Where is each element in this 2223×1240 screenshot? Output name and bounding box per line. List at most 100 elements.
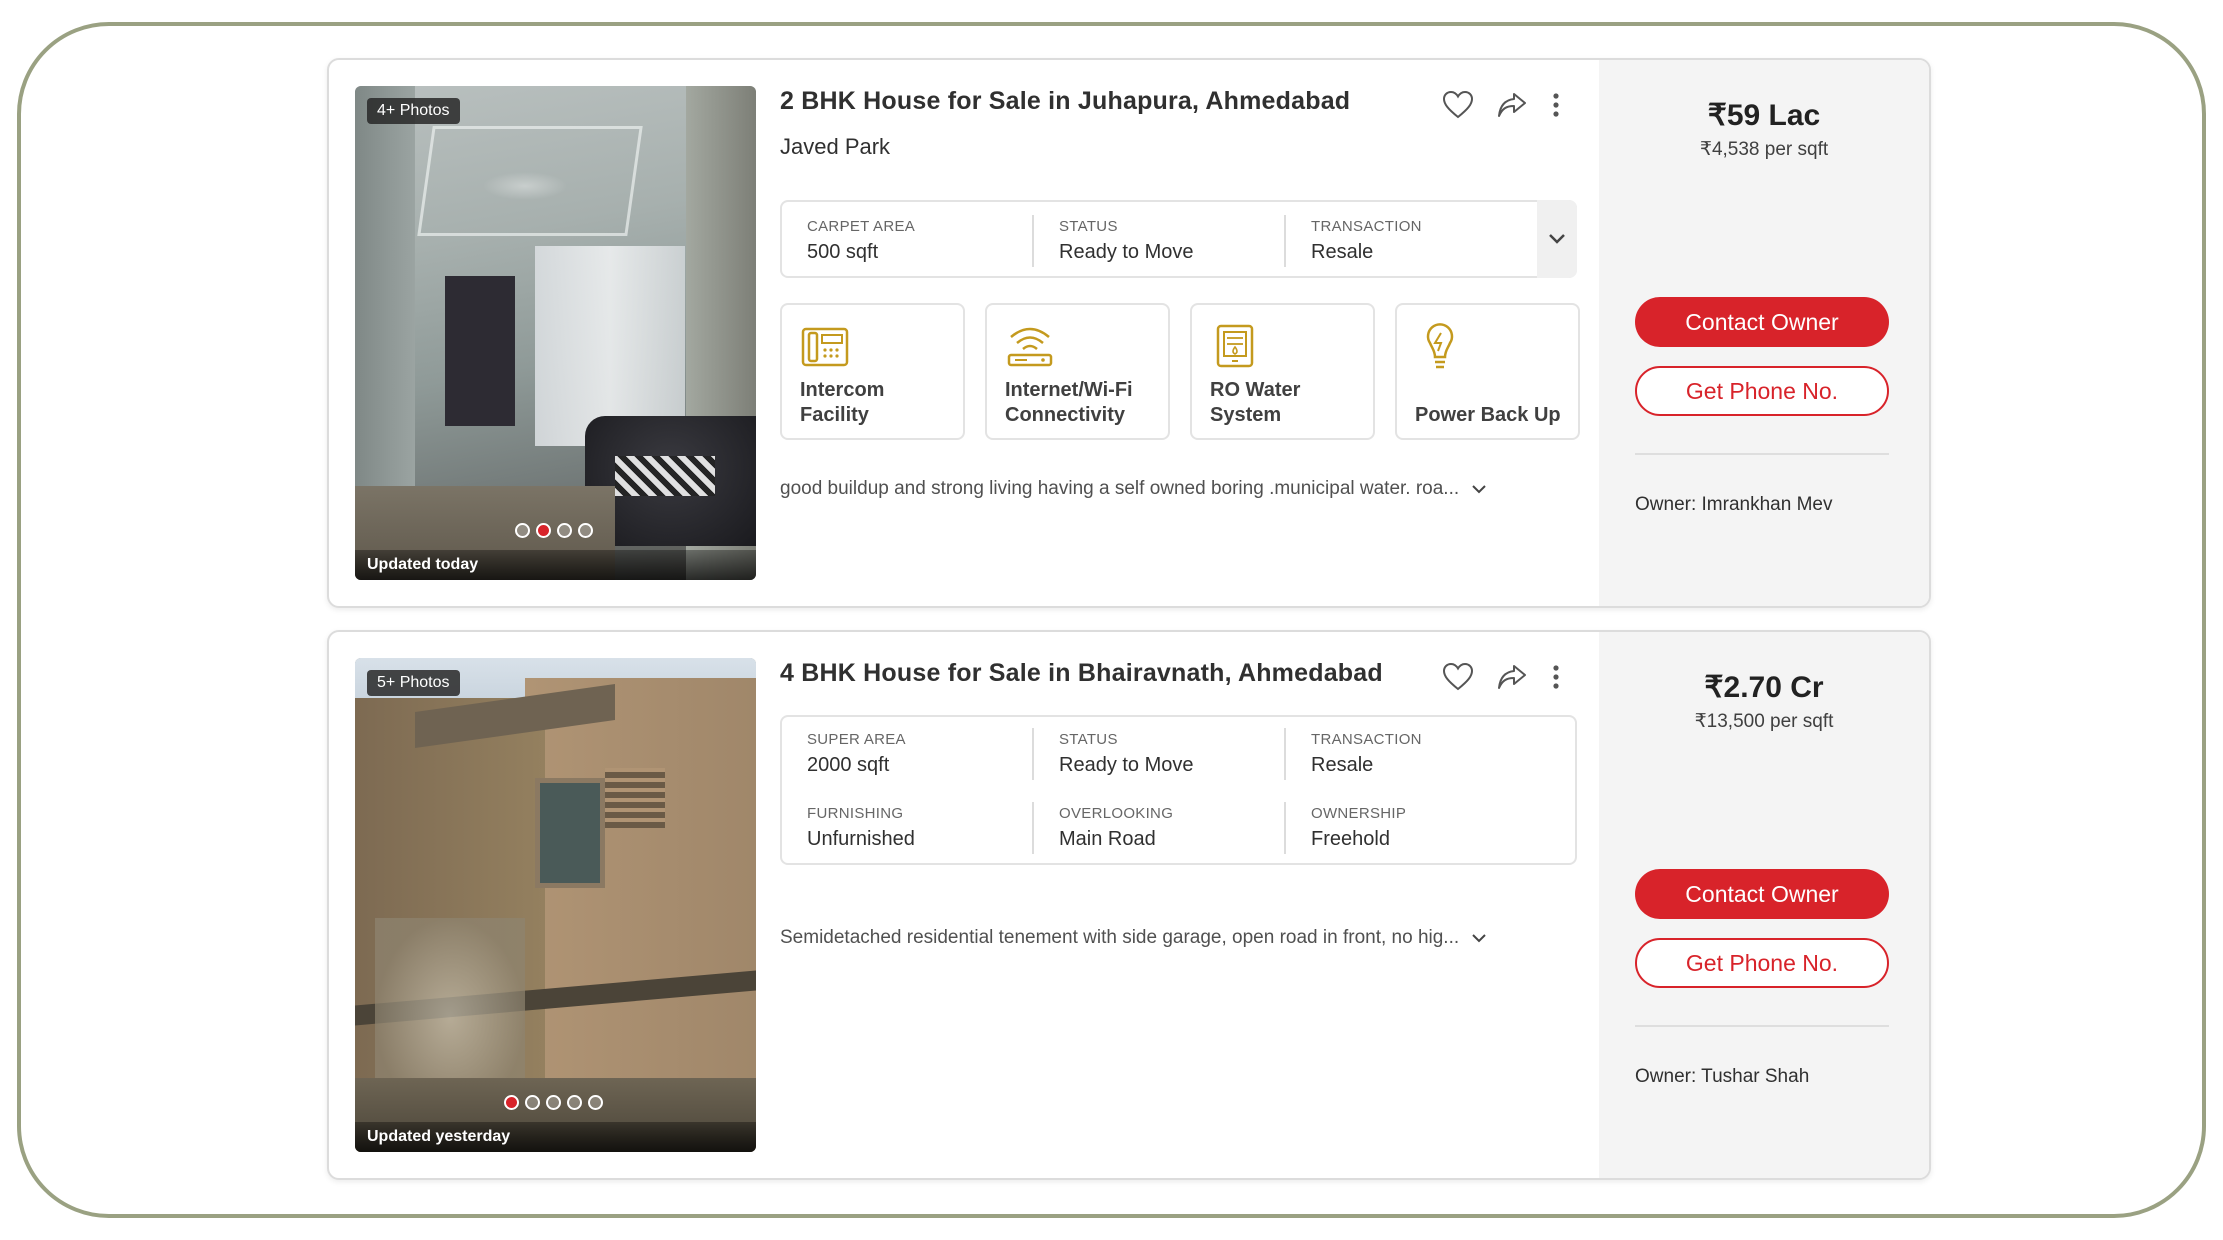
spec-status: STATUS Ready to Move — [1034, 215, 1286, 267]
spec-carpet-area: CARPET AREA 500 sqft — [782, 215, 1034, 267]
heart-icon[interactable] — [1442, 662, 1474, 692]
carousel-dot[interactable] — [525, 1095, 540, 1110]
spec-label: OVERLOOKING — [1059, 805, 1174, 822]
chevron-down-icon[interactable] — [1471, 484, 1487, 494]
spec-transaction: TRANSACTION Resale — [1286, 728, 1538, 780]
listing-title[interactable]: 2 BHK House for Sale in Juhapura, Ahmeda… — [780, 87, 1350, 116]
amenity-label-line: Connectivity — [1005, 404, 1126, 426]
chevron-down-icon — [1549, 234, 1565, 244]
spec-label: STATUS — [1059, 218, 1118, 235]
owner-name: Owner: Tushar Shah — [1635, 1066, 1810, 1087]
spec-overlooking: OVERLOOKING Main Road — [1034, 802, 1286, 854]
listing-description[interactable]: Semidetached residential tenement with s… — [780, 927, 1487, 949]
contact-owner-button[interactable]: Contact Owner — [1635, 297, 1889, 347]
listing-description[interactable]: good buildup and strong living having a … — [780, 478, 1487, 500]
spec-value: Freehold — [1311, 828, 1390, 850]
amenity-label-line: Power Back Up — [1415, 404, 1561, 426]
spec-label: SUPER AREA — [807, 731, 906, 748]
amenity-label-line: RO Water — [1210, 379, 1301, 401]
amenity-intercom: Intercom Facility — [780, 303, 965, 440]
amenity-internet: Internet/Wi-Fi Connectivity — [985, 303, 1170, 440]
specs-box: SUPER AREA 2000 sqft STATUS Ready to Mov… — [780, 715, 1577, 865]
divider — [1635, 453, 1889, 455]
spec-label: OWNERSHIP — [1311, 805, 1407, 822]
spec-value: Ready to Move — [1059, 754, 1194, 776]
amenity-label: RO Water System — [1210, 378, 1300, 428]
room-photo — [355, 86, 756, 580]
bulb-icon — [1426, 323, 1454, 369]
carousel-dot[interactable] — [515, 523, 530, 538]
photo-updated-label: Updated today — [355, 550, 756, 580]
building-photo — [355, 658, 756, 1152]
get-phone-button[interactable]: Get Phone No. — [1635, 366, 1889, 416]
amenity-ro-water: RO Water System — [1190, 303, 1375, 440]
spec-row: CARPET AREA 500 sqft STATUS Ready to Mov… — [782, 202, 1575, 280]
amenity-label-line: Intercom — [800, 379, 885, 401]
photo-count-badge: 4+ Photos — [367, 98, 460, 124]
water-filter-icon — [1216, 324, 1254, 368]
listing-price: ₹2.70 Cr — [1704, 671, 1824, 704]
amenity-power-backup: Power Back Up — [1395, 303, 1580, 440]
spec-super-area: SUPER AREA 2000 sqft — [782, 728, 1034, 780]
photo-updated-label: Updated yesterday — [355, 1122, 756, 1152]
more-options-icon[interactable] — [1550, 90, 1562, 120]
spec-ownership: OWNERSHIP Freehold — [1286, 802, 1538, 854]
owner-name: Owner: Imrankhan Mev — [1635, 494, 1833, 515]
more-options-icon[interactable] — [1550, 662, 1562, 692]
description-text: Semidetached residential tenement with s… — [780, 927, 1460, 948]
listing-price: ₹59 Lac — [1707, 99, 1821, 132]
share-icon[interactable] — [1496, 662, 1528, 692]
share-icon[interactable] — [1496, 90, 1528, 120]
spec-value: 500 sqft — [807, 241, 879, 263]
listing-side-panel: ₹2.70 Cr ₹13,500 per sqft Contact Owner … — [1599, 632, 1929, 1178]
amenity-label: Internet/Wi-Fi Connectivity — [1005, 378, 1133, 428]
photo-carousel-dots[interactable] — [515, 523, 593, 538]
expand-specs-button[interactable] — [1537, 200, 1577, 278]
carousel-dot-active[interactable] — [504, 1095, 519, 1110]
project-name[interactable]: Javed Park — [780, 134, 890, 160]
carousel-dot[interactable] — [567, 1095, 582, 1110]
chevron-down-icon[interactable] — [1471, 933, 1487, 943]
listing-title[interactable]: 4 BHK House for Sale in Bhairavnath, Ahm… — [780, 659, 1383, 688]
specs-box: CARPET AREA 500 sqft STATUS Ready to Mov… — [780, 200, 1577, 278]
amenities-row: Intercom Facility Internet/Wi-Fi Connect… — [780, 303, 1580, 440]
spec-furnishing: FURNISHING Unfurnished — [782, 802, 1034, 854]
carousel-dot[interactable] — [557, 523, 572, 538]
spec-label: TRANSACTION — [1311, 731, 1422, 748]
listing-card-2[interactable]: 5+ Photos Updated yesterday 4 BHK House … — [327, 630, 1931, 1180]
amenity-label: Intercom Facility — [800, 378, 884, 428]
carousel-dot[interactable] — [546, 1095, 561, 1110]
photo-carousel-dots[interactable] — [504, 1095, 603, 1110]
amenity-label: Power Back Up — [1415, 403, 1561, 428]
description-text: good buildup and strong living having a … — [780, 478, 1460, 499]
spec-row: SUPER AREA 2000 sqft STATUS Ready to Mov… — [782, 717, 1575, 791]
listing-card-1[interactable]: 4+ Photos Updated today 2 BHK House for … — [327, 58, 1931, 608]
spec-label: TRANSACTION — [1311, 218, 1422, 235]
spec-label: STATUS — [1059, 731, 1118, 748]
heart-icon[interactable] — [1442, 90, 1474, 120]
spec-value: Resale — [1311, 241, 1374, 263]
listing-actions — [1442, 90, 1562, 120]
carousel-dot[interactable] — [578, 523, 593, 538]
carousel-dot[interactable] — [588, 1095, 603, 1110]
spec-value: Unfurnished — [807, 828, 915, 850]
carousel-dot-active[interactable] — [536, 523, 551, 538]
amenity-label-line: Internet/Wi-Fi — [1005, 379, 1133, 401]
price-per-sqft: ₹4,538 per sqft — [1699, 139, 1829, 160]
wifi-icon — [1007, 327, 1053, 367]
spec-value: Ready to Move — [1059, 241, 1194, 263]
amenity-label-line: Facility — [800, 404, 869, 426]
spec-value: Main Road — [1059, 828, 1156, 850]
listing-photo[interactable]: 5+ Photos Updated yesterday — [355, 658, 756, 1152]
get-phone-button[interactable]: Get Phone No. — [1635, 938, 1889, 988]
spec-transaction: TRANSACTION Resale — [1286, 215, 1538, 267]
listing-side-panel: ₹59 Lac ₹4,538 per sqft Contact Owner Ge… — [1599, 60, 1929, 606]
spec-label: CARPET AREA — [807, 218, 916, 235]
spec-row: FURNISHING Unfurnished OVERLOOKING Main … — [782, 791, 1575, 865]
listing-photo[interactable]: 4+ Photos Updated today — [355, 86, 756, 580]
spec-value: Resale — [1311, 754, 1374, 776]
divider — [1635, 1025, 1889, 1027]
spec-value: 2000 sqft — [807, 754, 890, 776]
contact-owner-button[interactable]: Contact Owner — [1635, 869, 1889, 919]
intercom-icon — [801, 327, 849, 367]
